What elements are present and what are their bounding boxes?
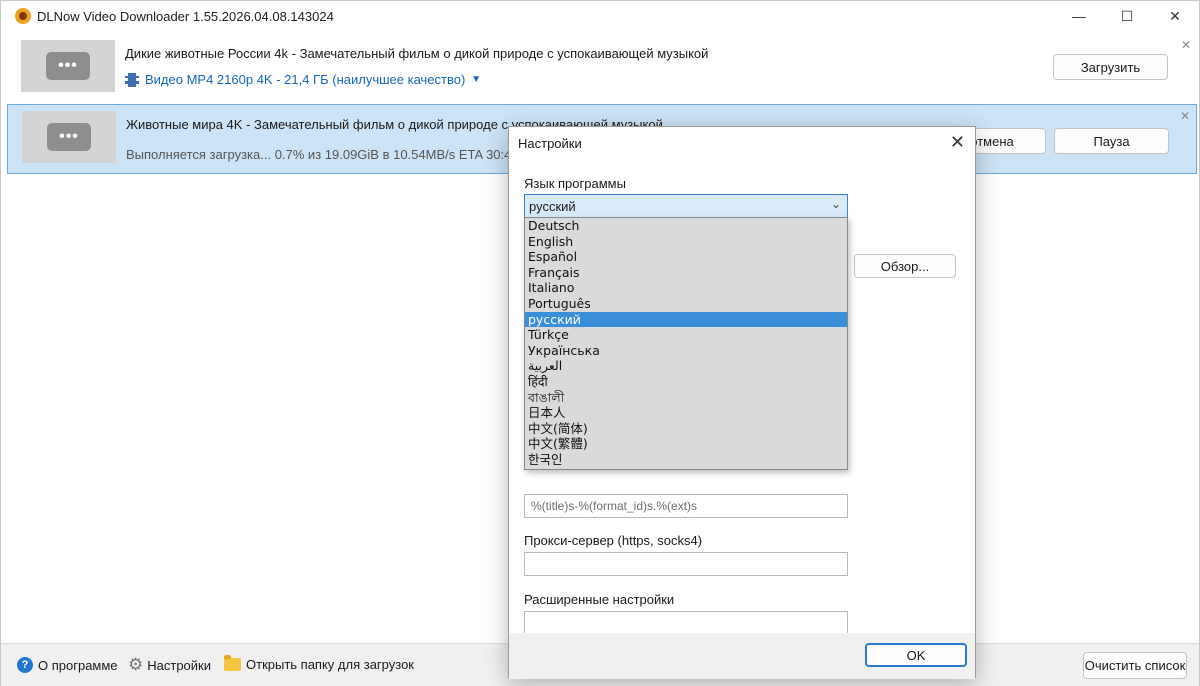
language-option[interactable]: 한국인 bbox=[525, 452, 847, 468]
language-option[interactable]: русский bbox=[525, 311, 847, 328]
open-folder-link[interactable]: Открыть папку для загрузок bbox=[224, 655, 414, 672]
browse-button[interactable]: Обзор... bbox=[854, 254, 956, 278]
dialog-close-icon[interactable]: ✕ bbox=[950, 132, 965, 153]
ok-button[interactable]: OK bbox=[865, 643, 967, 667]
pause-button[interactable]: Пауза bbox=[1054, 128, 1169, 154]
about-label: О программе bbox=[38, 657, 118, 673]
language-option[interactable]: Italiano bbox=[525, 280, 847, 296]
advanced-settings-label: Расширенные настройки bbox=[524, 592, 675, 607]
video-thumbnail: ••• bbox=[22, 111, 116, 163]
close-button[interactable]: ✕ bbox=[1151, 1, 1199, 31]
download-item: ••• Дикие животные России 4k - Замечател… bbox=[7, 34, 1197, 104]
app-title: DLNow Video Downloader 1.55.2026.04.08.1… bbox=[37, 8, 334, 24]
language-select[interactable]: русский ⌄ bbox=[524, 194, 848, 218]
language-selected-value: русский bbox=[529, 198, 576, 214]
placeholder-icon: ••• bbox=[46, 52, 90, 80]
language-option[interactable]: বাঙালী bbox=[525, 390, 847, 406]
download-button[interactable]: Загрузить bbox=[1053, 54, 1168, 80]
help-icon: ? bbox=[17, 657, 33, 673]
gear-icon: ⚙ bbox=[128, 655, 144, 674]
dialog-title: Настройки bbox=[518, 136, 582, 151]
language-dropdown-list[interactable]: Deutsch English Español Français Italiano Por… bbox=[524, 217, 848, 470]
film-icon bbox=[125, 72, 139, 87]
minimize-button[interactable]: — bbox=[1055, 1, 1103, 31]
language-option[interactable]: Français bbox=[525, 265, 847, 281]
remove-item-icon[interactable]: ✕ bbox=[1181, 38, 1191, 52]
video-title: Дикие животные России 4k - Замечательный… bbox=[125, 46, 709, 61]
language-option[interactable]: Türkçe bbox=[525, 327, 847, 343]
format-label: Видео MP4 2160p 4K - 21,4 ГБ (наилучшее … bbox=[145, 72, 466, 87]
proxy-input[interactable] bbox=[524, 552, 848, 576]
language-option[interactable]: Deutsch bbox=[525, 218, 847, 234]
language-option[interactable]: हिंदी bbox=[525, 374, 847, 390]
language-option[interactable]: 日本人 bbox=[525, 405, 847, 421]
download-status: Выполняется загрузка... 0.7% из 19.09GiB… bbox=[126, 147, 519, 162]
folder-icon bbox=[224, 655, 241, 671]
language-label: Язык программы bbox=[524, 176, 626, 191]
language-option[interactable]: English bbox=[525, 234, 847, 250]
settings-link[interactable]: ⚙ Настройки bbox=[128, 655, 211, 674]
proxy-label: Прокси-сервер (https, socks4) bbox=[524, 533, 703, 548]
dialog-footer: OK bbox=[509, 633, 975, 679]
language-option[interactable]: 中文(简体) bbox=[525, 421, 847, 437]
open-folder-label: Открыть папку для загрузок bbox=[246, 657, 414, 672]
language-option[interactable]: العربية bbox=[525, 358, 847, 374]
remove-item-icon[interactable]: ✕ bbox=[1180, 109, 1190, 123]
settings-label: Настройки bbox=[147, 657, 211, 673]
dialog-title-bar: Настройки ✕ bbox=[509, 127, 975, 159]
title-bar: DLNow Video Downloader 1.55.2026.04.08.1… bbox=[1, 1, 1199, 31]
advanced-settings-input[interactable] bbox=[524, 611, 848, 635]
placeholder-icon: ••• bbox=[47, 123, 91, 151]
language-option[interactable]: 中文(繁體) bbox=[525, 436, 847, 452]
video-thumbnail: ••• bbox=[21, 40, 115, 92]
clear-list-button[interactable]: Очистить список bbox=[1083, 652, 1187, 679]
filename-template-field[interactable]: %(title)s-%(format_id)s.%(ext)s bbox=[524, 494, 848, 518]
chevron-down-icon: ⌄ bbox=[830, 197, 841, 211]
language-option[interactable]: Português bbox=[525, 296, 847, 312]
window-controls: — ☐ ✕ bbox=[1055, 1, 1199, 31]
language-option[interactable]: Español bbox=[525, 249, 847, 265]
about-link[interactable]: ? О программе bbox=[17, 657, 118, 673]
language-option[interactable]: Українська bbox=[525, 343, 847, 359]
format-selector[interactable]: Видео MP4 2160p 4K - 21,4 ГБ (наилучшее … bbox=[125, 72, 481, 87]
maximize-button[interactable]: ☐ bbox=[1103, 1, 1151, 31]
app-logo-icon bbox=[15, 8, 31, 24]
chevron-down-icon: ▼ bbox=[471, 74, 482, 85]
